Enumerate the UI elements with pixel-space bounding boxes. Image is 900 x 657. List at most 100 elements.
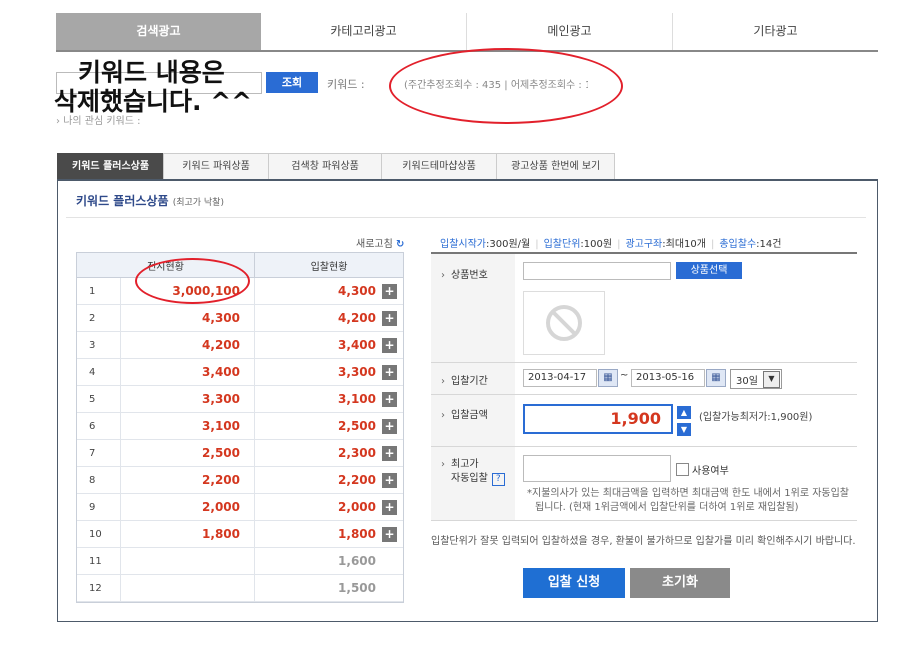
increase-amount-button[interactable]: ▲ (677, 406, 691, 419)
bid-value-cell: 3,100 + (254, 385, 403, 413)
breadcrumb-text: 나의 관심 키워드 : (63, 116, 141, 127)
header-bid-status: 입찰현황 (254, 253, 403, 278)
use-auto-bid-checkbox[interactable] (676, 463, 689, 476)
decrease-amount-button[interactable]: ▼ (677, 423, 691, 436)
display-value-cell: 1,800 (120, 520, 255, 548)
product-tabs: 키워드 플러스상품 키워드 파워상품 검색창 파워상품 키워드테마샵상품 광고상… (57, 153, 616, 179)
calendar-icon[interactable]: ▦ (598, 369, 618, 387)
display-value-cell: 4,300 (120, 304, 255, 332)
help-icon[interactable]: ? (491, 473, 505, 486)
table-row: 7 2,500 2,300 + (77, 439, 403, 467)
plus-icon[interactable]: + (382, 445, 397, 461)
bid-value-cell: 4,200 + (254, 304, 403, 332)
bid-value: 3,100 (338, 391, 376, 406)
tab-keyword-power[interactable]: 키워드 파워상품 (163, 153, 270, 179)
rank-cell: 6 (77, 412, 121, 440)
tab-keyword-plus[interactable]: 키워드 플러스상품 (57, 153, 165, 179)
bid-value: 2,000 (338, 499, 376, 514)
rank-cell: 4 (77, 358, 121, 386)
bid-value-cell: 4,300 + (254, 277, 403, 305)
plus-icon[interactable]: + (382, 364, 397, 380)
table-row: 2 4,300 4,200 + (77, 304, 403, 332)
plus-icon[interactable]: + (382, 418, 397, 434)
plus-icon[interactable]: + (382, 499, 397, 515)
bid-value: 3,300 (338, 364, 376, 379)
tab-theme-shop[interactable]: 키워드테마샵상품 (381, 153, 498, 179)
rank-cell: 9 (77, 493, 121, 521)
panel-subtitle: (최고가 낙찰) (172, 198, 224, 208)
overlay-line-2: 삭제했습니다. ^^ (54, 87, 253, 116)
tab-search-ads[interactable]: 검색광고 (56, 13, 261, 50)
reset-button[interactable]: 초기화 (630, 568, 730, 598)
start-date-input[interactable]: 2013-04-17 (523, 369, 597, 387)
days-select[interactable]: 30일 ▼ (730, 369, 782, 389)
plus-icon[interactable]: + (382, 391, 397, 407)
table-row: 4 3,400 3,300 + (77, 358, 403, 386)
display-value-cell: 3,100 (120, 412, 255, 440)
panel-title-text: 키워드 플러스상품 (76, 194, 169, 208)
display-value-cell: 2,200 (120, 466, 255, 494)
max-bid-input[interactable] (523, 455, 671, 482)
tab-all-products[interactable]: 광고상품 한번에 보기 (496, 153, 616, 179)
tab-category-ads[interactable]: 카테고리광고 (261, 13, 467, 50)
no-image-icon (546, 305, 582, 341)
refresh-button[interactable]: 새로고침 ↻ (356, 235, 404, 250)
tab-searchbar-power[interactable]: 검색창 파워상품 (268, 153, 383, 179)
calendar-icon[interactable]: ▦ (706, 369, 726, 387)
plus-icon[interactable]: + (382, 526, 397, 542)
plus-icon[interactable]: + (382, 472, 397, 488)
bid-unit-label: 입찰단위 (543, 239, 581, 250)
divider (66, 217, 866, 218)
bid-value-cell: 2,200 + (254, 466, 403, 494)
refresh-label: 새로고침 (356, 239, 393, 250)
bid-value: 4,300 (338, 283, 376, 298)
bid-value-cell: 2,300 + (254, 439, 403, 467)
submit-bid-button[interactable]: 입찰 신청 (523, 568, 625, 598)
tab-main-ads[interactable]: 메인광고 (467, 13, 673, 50)
table-row: 6 3,100 2,500 + (77, 412, 403, 440)
table-row: 5 3,300 3,100 + (77, 385, 403, 413)
bid-amount-label: › 입찰금액 (441, 410, 488, 421)
bid-value: 4,200 (338, 310, 376, 325)
overlay-line-1: 키워드 내용은 (78, 58, 225, 87)
search-button[interactable]: 조회 (266, 72, 318, 93)
bid-info-bar: 입찰시작가:300원/월 | 입찰단위:100원 | 광고구좌:최대10개 | 총입찰수:1… (440, 239, 782, 250)
min-bid-note: (입찰가능최저가:1,900원) (699, 412, 813, 423)
start-price-label: 입찰시작가 (440, 239, 486, 250)
product-select-button[interactable]: 상품선택 (676, 262, 742, 279)
panel-title: 키워드 플러스상품 (최고가 낙찰) (76, 192, 224, 209)
keyword-label: 키워드 : (327, 78, 365, 91)
bid-value: 2,200 (338, 472, 376, 487)
bid-unit-value: :100원 (580, 239, 613, 250)
bid-value-cell: 3,400 + (254, 331, 403, 359)
bid-value-cell: 2,000 + (254, 493, 403, 521)
product-thumbnail (523, 291, 605, 355)
rank-cell: 11 (77, 547, 121, 575)
tab-other-ads[interactable]: 기타광고 (673, 13, 878, 50)
bid-period-label: › 입찰기간 (441, 376, 488, 387)
days-value: 30일 (736, 376, 758, 387)
bid-value: 1,500 (338, 581, 376, 595)
rank-cell: 12 (77, 574, 121, 602)
rank-cell: 5 (77, 385, 121, 413)
top-nav: 검색광고 카테고리광고 메인광고 기타광고 (56, 13, 878, 52)
annotation-ellipse-value (135, 258, 250, 304)
plus-icon[interactable]: + (382, 337, 397, 353)
rank-cell: 7 (77, 439, 121, 467)
bid-amount-input[interactable]: 1,900 (523, 404, 673, 434)
plus-icon[interactable]: + (382, 283, 397, 299)
plus-icon[interactable]: + (382, 310, 397, 326)
use-auto-bid-label: 사용여부 (692, 466, 729, 477)
display-value-cell (120, 574, 255, 602)
total-bids-label: 총입찰수 (719, 239, 757, 250)
ad-slot-value: :최대10개 (662, 239, 706, 250)
chevron-down-icon: ▼ (763, 371, 780, 388)
rank-cell: 10 (77, 520, 121, 548)
product-no-input[interactable] (523, 262, 671, 280)
display-value-cell: 3,400 (120, 358, 255, 386)
date-tilde: ~ (620, 370, 629, 381)
end-date-input[interactable]: 2013-05-16 (631, 369, 705, 387)
refresh-icon: ↻ (396, 239, 405, 250)
rank-cell: 8 (77, 466, 121, 494)
bid-value: 1,600 (338, 554, 376, 568)
